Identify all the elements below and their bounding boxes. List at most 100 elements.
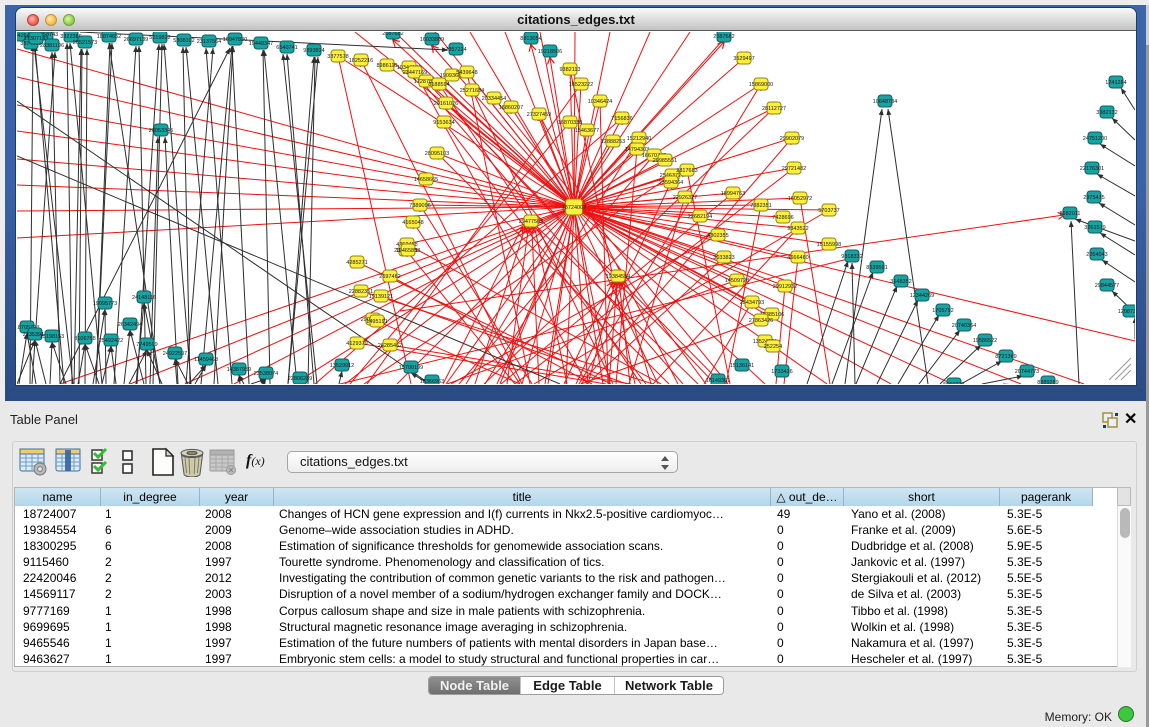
- svg-text:24148116: 24148116: [132, 295, 156, 301]
- svg-text:12888253: 12888253: [601, 139, 625, 145]
- svg-text:3033823: 3033823: [713, 255, 734, 261]
- svg-text:2087682: 2087682: [382, 32, 403, 37]
- svg-text:26342494: 26342494: [118, 322, 142, 328]
- svg-text:20740364: 20740364: [952, 323, 976, 329]
- svg-text:7357224: 7357224: [445, 47, 466, 53]
- svg-text:25271684: 25271684: [460, 88, 484, 94]
- svg-text:19139121: 19139121: [369, 294, 393, 300]
- svg-text:18994763: 18994763: [721, 191, 745, 197]
- svg-text:25434793: 25434793: [740, 300, 764, 306]
- svg-text:26285462: 26285462: [378, 343, 402, 349]
- svg-text:27863426: 27863426: [749, 318, 773, 324]
- svg-text:8813054: 8813054: [520, 36, 541, 42]
- svg-text:15212940: 15212940: [627, 136, 651, 142]
- svg-text:28381196: 28381196: [40, 43, 64, 49]
- svg-text:4165048: 4165048: [402, 220, 423, 226]
- svg-text:15463677: 15463677: [575, 128, 599, 134]
- svg-text:28112727: 28112727: [762, 106, 786, 112]
- svg-text:24922597: 24922597: [163, 351, 187, 357]
- svg-text:19448347: 19448347: [249, 41, 273, 47]
- svg-text:29844577: 29844577: [1095, 283, 1119, 289]
- svg-text:2817683: 2817683: [676, 168, 697, 174]
- svg-text:19218506: 19218506: [538, 49, 562, 55]
- svg-text:19384554: 19384554: [606, 274, 630, 280]
- svg-text:12344269: 12344269: [910, 293, 934, 299]
- svg-text:10346424: 10346424: [588, 99, 612, 105]
- svg-text:3148352: 3148352: [890, 279, 911, 285]
- svg-text:1705792: 1705792: [932, 308, 953, 314]
- svg-text:13529912: 13529912: [330, 363, 354, 369]
- svg-text:16052972: 16052972: [788, 196, 812, 202]
- svg-text:29902079: 29902079: [780, 136, 804, 142]
- svg-text:9893824: 9893824: [303, 48, 324, 54]
- svg-text:16870338: 16870338: [558, 120, 582, 126]
- svg-text:8539591: 8539591: [866, 265, 887, 271]
- svg-text:20744773: 20744773: [1015, 369, 1039, 375]
- svg-text:5060227: 5060227: [943, 382, 964, 384]
- svg-text:17307133: 17307133: [24, 36, 48, 42]
- svg-text:23538074: 23538074: [254, 371, 278, 377]
- svg-text:14658665: 14658665: [414, 177, 438, 183]
- svg-text:8721369: 8721369: [995, 354, 1016, 360]
- svg-text:3382132: 3382132: [1096, 110, 1117, 116]
- svg-text:22682194: 22682194: [688, 214, 712, 220]
- svg-text:15869000: 15869000: [749, 82, 773, 88]
- svg-text:9153634: 9153634: [433, 120, 454, 126]
- svg-text:15155998: 15155998: [817, 242, 841, 248]
- svg-text:16523222: 16523222: [569, 82, 593, 88]
- svg-text:12087340: 12087340: [1118, 309, 1135, 315]
- svg-text:2697462: 2697462: [379, 274, 400, 280]
- svg-text:24751200: 24751200: [1083, 136, 1107, 142]
- svg-text:26521573: 26521573: [73, 40, 97, 46]
- svg-text:4666460: 4666460: [787, 255, 808, 261]
- svg-text:23137564: 23137564: [197, 39, 221, 45]
- svg-text:27327459: 27327459: [527, 112, 551, 118]
- svg-text:5308102: 5308102: [173, 38, 194, 44]
- svg-text:3261579: 3261579: [1084, 225, 1105, 231]
- svg-text:16033809: 16033809: [420, 37, 444, 43]
- svg-text:252254: 252254: [764, 344, 782, 350]
- svg-text:29985551: 29985551: [653, 158, 677, 164]
- svg-text:18252216: 18252216: [349, 58, 373, 64]
- svg-text:20161026: 20161026: [434, 101, 458, 107]
- svg-text:26697139: 26697139: [124, 37, 148, 43]
- svg-text:15700199: 15700199: [399, 365, 423, 371]
- svg-text:15136141: 15136141: [730, 363, 754, 369]
- svg-text:16947830: 16947830: [223, 37, 247, 43]
- svg-text:8106768: 8106768: [74, 336, 95, 342]
- svg-text:2087682: 2087682: [713, 34, 734, 40]
- svg-text:16149361: 16149361: [706, 378, 730, 384]
- svg-text:2054043: 2054043: [1086, 252, 1107, 258]
- svg-text:3529497: 3529497: [733, 56, 754, 62]
- svg-text:9343522: 9343522: [787, 226, 808, 232]
- svg-text:1495191: 1495191: [366, 319, 387, 325]
- svg-text:28095103: 28095103: [425, 151, 449, 157]
- svg-text:8986110: 8986110: [376, 63, 397, 69]
- svg-text:3377578: 3377578: [327, 54, 348, 60]
- svg-text:7156836: 7156836: [611, 116, 632, 122]
- svg-text:29912932: 29912932: [773, 284, 797, 290]
- svg-text:8682011: 8682011: [1059, 211, 1080, 217]
- svg-text:19465853: 19465853: [396, 248, 420, 254]
- svg-text:8188594: 8188594: [428, 82, 449, 88]
- svg-text:29721482: 29721482: [782, 166, 806, 172]
- svg-text:4285271: 4285271: [346, 260, 367, 266]
- svg-text:7428696: 7428696: [772, 215, 793, 221]
- svg-text:10648784: 10648784: [873, 99, 897, 105]
- svg-text:16860207: 16860207: [499, 105, 523, 111]
- svg-text:4302355: 4302355: [707, 233, 728, 239]
- svg-text:4129379: 4129379: [346, 341, 367, 347]
- svg-text:22176301: 22176301: [1080, 166, 1104, 172]
- svg-text:15198153: 15198153: [40, 334, 64, 340]
- svg-text:18724007: 18724007: [562, 205, 586, 211]
- svg-text:5219822: 5219822: [149, 35, 170, 41]
- svg-text:6540741: 6540741: [276, 45, 297, 51]
- svg-text:14387959: 14387959: [227, 367, 251, 373]
- svg-text:1733426: 1733426: [771, 369, 792, 375]
- svg-text:18366963: 18366963: [420, 379, 444, 384]
- svg-text:5703737: 5703737: [818, 208, 839, 214]
- svg-text:2975475: 2975475: [1083, 195, 1104, 201]
- svg-text:9318332: 9318332: [841, 254, 862, 260]
- svg-text:7382351: 7382351: [750, 203, 771, 209]
- svg-text:7389096: 7389096: [409, 203, 430, 209]
